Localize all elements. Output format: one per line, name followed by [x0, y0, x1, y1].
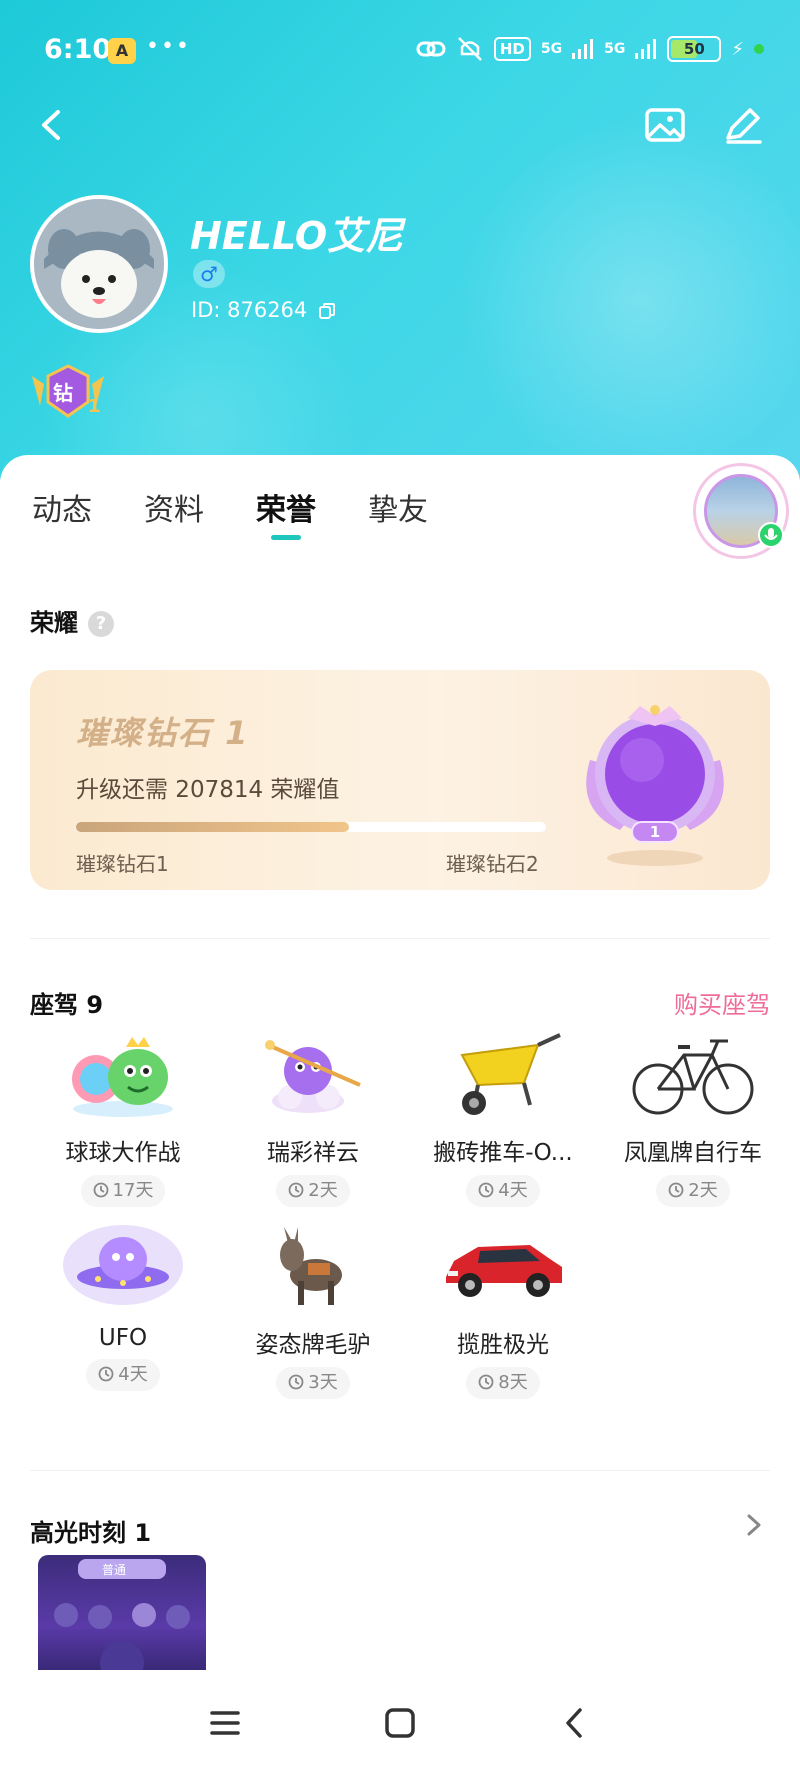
copy-icon[interactable] — [318, 302, 336, 320]
honor-progress-bar — [76, 822, 546, 832]
clock-icon — [478, 1182, 494, 1198]
svg-text:1: 1 — [88, 396, 101, 417]
vehicle-item[interactable]: 搬砖推车-O... 4天 — [408, 1025, 598, 1207]
profile-name: HELLO艾尼 — [190, 214, 404, 258]
highlight-thumbnail[interactable]: 普通 — [38, 1555, 206, 1685]
honor-section-title: 荣耀? — [30, 603, 114, 638]
active-tab-indicator — [271, 535, 301, 540]
edit-icon[interactable] — [718, 100, 768, 150]
app-notification-icon: A — [108, 38, 136, 64]
vehicle-days-badge: 4天 — [86, 1359, 160, 1391]
diamond-medal-icon: 1 — [586, 705, 724, 866]
clock-icon — [98, 1366, 114, 1382]
honor-progress-fill — [76, 822, 349, 832]
clock-icon — [93, 1182, 108, 1198]
vehicle-days-badge: 17天 — [80, 1175, 166, 1207]
more-notifications-icon: ••• — [146, 34, 191, 59]
signal-bars-icon-2 — [635, 39, 657, 59]
donkey-icon — [280, 1227, 342, 1305]
user-id-text: ID: 876264 — [191, 298, 308, 322]
vehicle-days-badge: 3天 — [276, 1367, 350, 1399]
active-dot — [754, 44, 764, 54]
tab-profile-info[interactable]: 资料 — [144, 485, 204, 529]
signal-bars-icon — [572, 39, 594, 59]
vehicle-name: 凤凰牌自行车 — [624, 1140, 762, 1166]
user-id[interactable]: ID: 876264 — [191, 298, 336, 322]
buy-vehicle-link[interactable]: 购买座驾 — [674, 985, 770, 1020]
vehicle-name: 搬砖推车-O... — [433, 1140, 573, 1166]
image-icon[interactable] — [640, 100, 690, 150]
clock-icon — [288, 1182, 304, 1198]
vehicle-item[interactable]: 揽胜极光 8天 — [408, 1217, 598, 1399]
nav-back-icon[interactable] — [550, 1698, 600, 1748]
vehicle-days-badge: 2天 — [656, 1175, 730, 1207]
vehicle-item[interactable]: 球球大作战 17天 — [28, 1025, 218, 1207]
next-level-label: 璀璨钻石2 — [446, 852, 539, 876]
chevron-right-icon[interactable] — [744, 1510, 764, 1540]
battery-icon: 50 — [667, 36, 722, 62]
clock-icon — [288, 1374, 304, 1390]
vehicle-name: 姿态牌毛驴 — [255, 1332, 371, 1358]
medal-number: 1 — [650, 823, 660, 841]
menu-icon[interactable] — [200, 1698, 250, 1748]
tab-feed[interactable]: 动态 — [32, 485, 92, 529]
back-icon[interactable] — [30, 100, 74, 150]
section-divider — [30, 938, 770, 939]
vehicle-name: 揽胜极光 — [457, 1332, 549, 1358]
vehicle-days-badge: 4天 — [466, 1175, 540, 1207]
ufo-icon — [63, 1225, 183, 1305]
vehicle-name: 瑞彩祥云 — [267, 1140, 359, 1166]
voice-room-avatar[interactable] — [693, 463, 789, 559]
honor-level-title: 璀璨钻石 1 — [76, 714, 250, 752]
cloud-mount-icon — [265, 1040, 361, 1113]
user-avatar[interactable] — [30, 195, 168, 333]
clock-icon — [478, 1374, 494, 1390]
mute-icon — [457, 37, 482, 61]
highlight-thumb-label: 普通 — [102, 1563, 126, 1577]
vehicle-name: 球球大作战 — [65, 1140, 181, 1166]
svg-text:钻: 钻 — [53, 381, 73, 405]
vehicle-name: UFO — [98, 1325, 148, 1351]
signal-icon-2: 5G — [604, 41, 626, 57]
vehicle-item[interactable]: 瑞彩祥云 2天 — [218, 1025, 408, 1207]
wheelbarrow-icon — [460, 1033, 561, 1115]
hd-badge: HD — [493, 37, 531, 61]
home-icon[interactable] — [375, 1698, 425, 1748]
current-level-label: 璀璨钻石1 — [76, 852, 169, 876]
status-time: 6:10 — [44, 34, 112, 65]
male-gender-icon: ♂ — [193, 260, 225, 288]
vip-diamond-badge-icon[interactable]: 钻 1 — [30, 362, 106, 420]
status-icons: HD 5G 5G 50 ⚡ — [416, 36, 764, 62]
vehicle-item[interactable]: 凤凰牌自行车 2天 — [598, 1025, 788, 1207]
link-icon — [416, 41, 446, 57]
clock-icon — [668, 1182, 684, 1198]
mic-icon — [758, 522, 784, 548]
bicycle-icon — [632, 1039, 754, 1115]
honor-upgrade-requirement: 升级还需 207814 荣耀值 — [76, 777, 340, 803]
vehicles-section-title: 座驾 9 — [30, 991, 104, 1019]
vehicle-item[interactable]: UFO 4天 — [28, 1217, 218, 1391]
status-bar: 6:10 A ••• HD 5G 5G 50 ⚡ — [0, 0, 800, 100]
highlights-section-title[interactable]: 高光时刻 1 — [30, 1513, 151, 1548]
ball-battle-mount-icon — [72, 1037, 173, 1117]
system-navigation-bar — [0, 1670, 800, 1778]
section-divider — [30, 1470, 770, 1471]
vehicle-item[interactable]: 姿态牌毛驴 3天 — [218, 1217, 408, 1399]
tab-close-friends[interactable]: 挚友 — [368, 485, 428, 529]
tab-honor[interactable]: 荣誉 — [256, 485, 316, 540]
profile-content-card: 动态 资料 荣誉 挚友 荣耀? 璀璨钻石 1 升级还需 207814 荣耀值 璀… — [0, 455, 800, 1778]
charging-icon: ⚡ — [731, 38, 744, 60]
vehicle-days-badge: 8天 — [466, 1367, 540, 1399]
help-icon[interactable]: ? — [88, 611, 114, 637]
red-suv-icon — [446, 1245, 562, 1297]
signal-icon-1: 5G — [540, 41, 563, 57]
vehicle-days-badge: 2天 — [276, 1175, 350, 1207]
profile-tabs: 动态 资料 荣誉 挚友 — [32, 485, 428, 540]
honor-level-card[interactable]: 璀璨钻石 1 升级还需 207814 荣耀值 璀璨钻石1 璀璨钻石2 1 — [30, 670, 770, 890]
